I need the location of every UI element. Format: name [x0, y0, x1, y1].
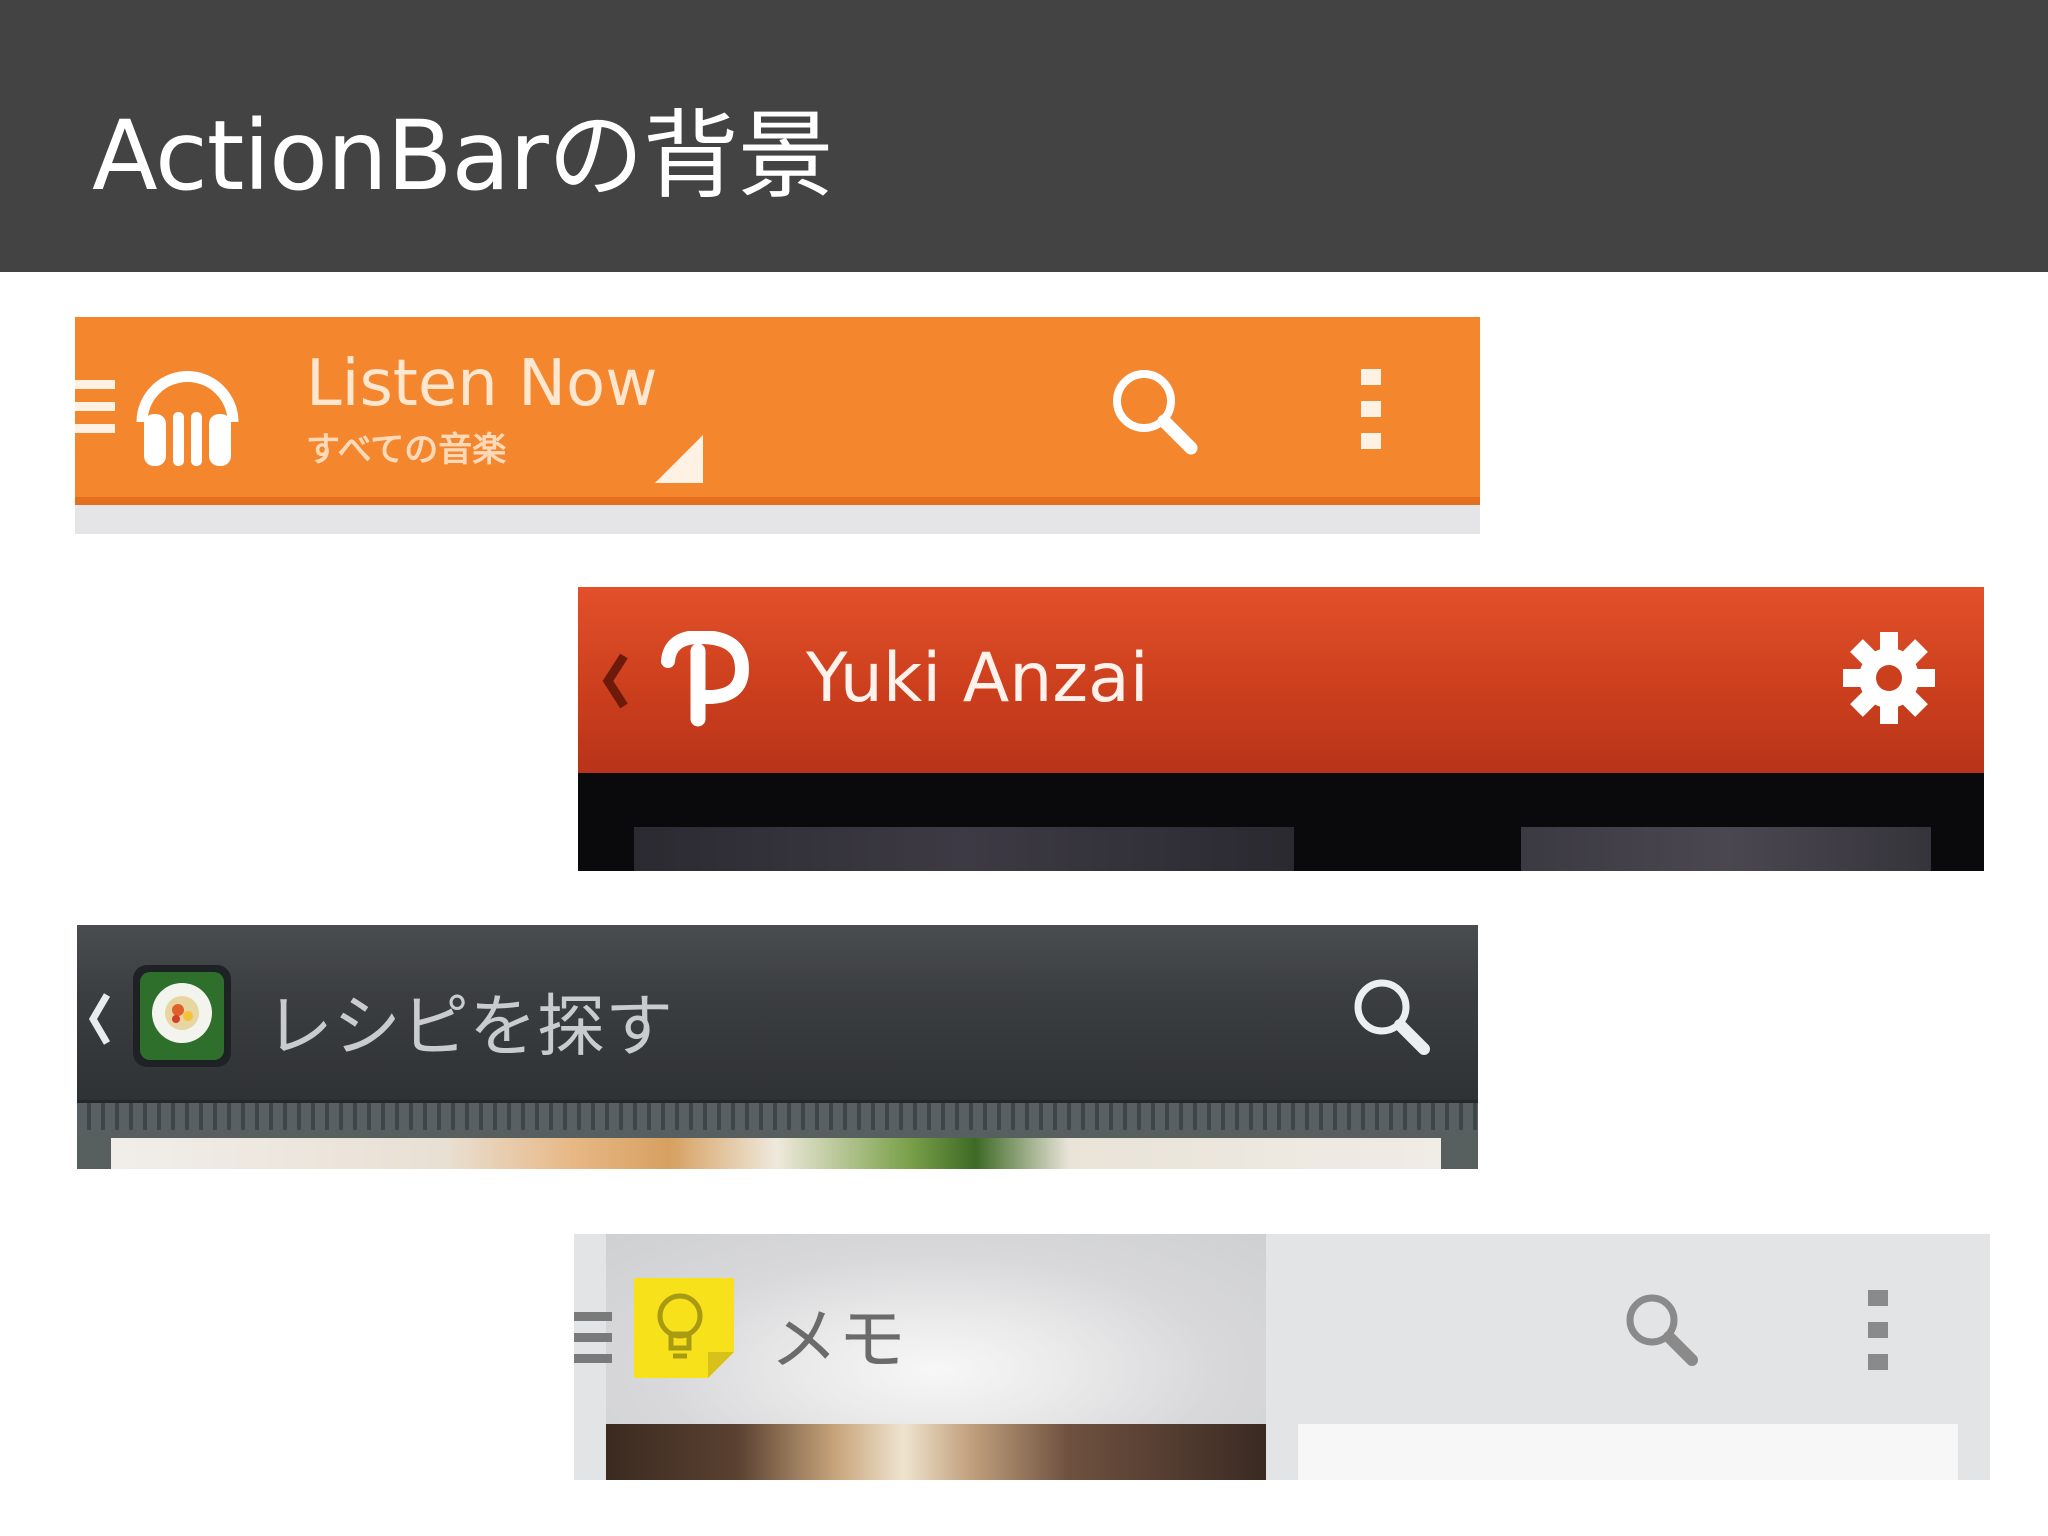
actionbar-title[interactable]: Listen Now [306, 347, 658, 421]
content-tile [1521, 827, 1931, 871]
content-strip [75, 505, 1480, 534]
slide-title: ActionBarの背景 [92, 100, 834, 212]
overflow-menu-icon[interactable] [1359, 369, 1383, 451]
actionbar-background [75, 317, 1480, 497]
actionbar-title: Yuki Anzai [806, 639, 1149, 718]
play-music-actionbar: Listen Now すべての音楽 [75, 317, 1480, 534]
overflow-menu-icon[interactable] [1866, 1290, 1890, 1374]
keep-actionbar: メモ [574, 1234, 1990, 1480]
search-icon[interactable] [1350, 975, 1434, 1059]
headphones-icon[interactable] [130, 352, 245, 470]
slide-header: ActionBarの背景 [0, 0, 2048, 272]
food-photo [111, 1138, 1441, 1169]
actionbar-bottom-line [75, 497, 1480, 505]
menu-icon[interactable] [574, 1306, 614, 1370]
actionbar-background [578, 587, 1984, 773]
content-tile [634, 827, 1294, 871]
sushi-app-icon[interactable] [131, 963, 233, 1069]
stitched-separator [77, 1100, 1478, 1133]
back-chevron-icon[interactable] [600, 652, 630, 710]
actionbar-title: メモ [770, 1301, 907, 1380]
coffee-cup-photo-lower [606, 1424, 1266, 1480]
actionbar-subtitle: すべての音楽 [306, 430, 507, 470]
search-icon[interactable] [1622, 1290, 1702, 1370]
note-card [1298, 1424, 1958, 1480]
dropdown-corner-icon[interactable] [655, 435, 703, 483]
path-logo-icon[interactable] [658, 631, 753, 731]
menu-icon[interactable] [75, 372, 115, 442]
keep-bulb-icon[interactable] [630, 1272, 740, 1384]
search-icon[interactable] [1108, 365, 1203, 460]
recipe-actionbar: レシピを探す [77, 925, 1478, 1169]
settings-gear-icon[interactable] [1842, 631, 1936, 725]
actionbar-title: レシピを探す [265, 988, 674, 1067]
path-actionbar: Yuki Anzai [578, 587, 1984, 871]
back-chevron-icon[interactable] [87, 991, 113, 1047]
